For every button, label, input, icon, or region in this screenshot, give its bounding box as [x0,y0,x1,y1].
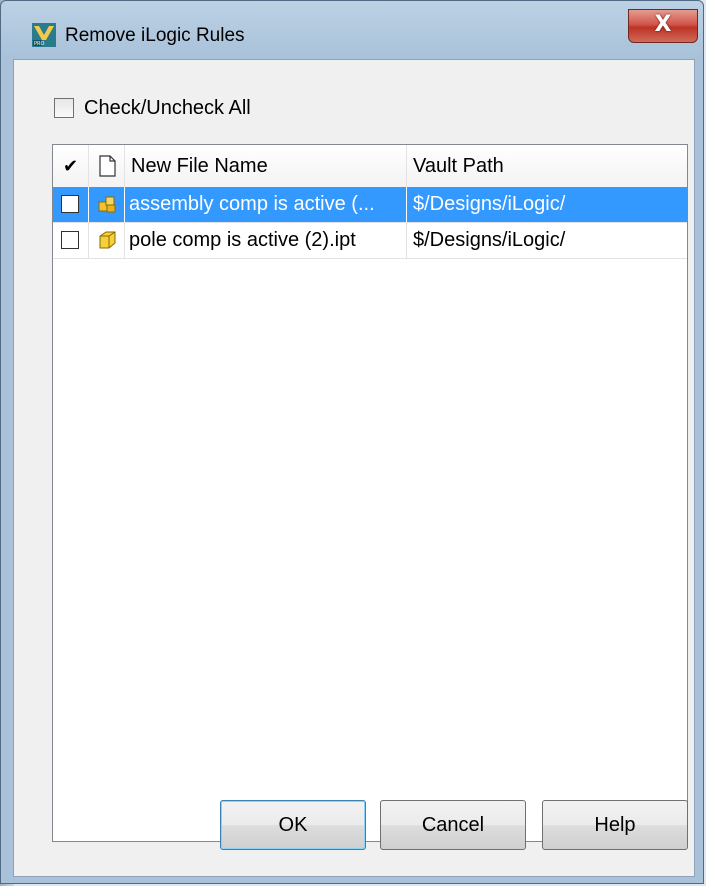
row-checkbox[interactable] [61,195,79,213]
file-list[interactable]: ✔ New File Name Vault Path assembly comp… [52,144,688,842]
close-icon: X [654,12,672,37]
row-icon-cell [89,187,125,222]
inventor-app-icon: PRO [32,23,56,47]
column-header-new-file-name[interactable]: New File Name [125,145,407,187]
check-all-label: Check/Uncheck All [84,96,251,119]
check-all-checkbox[interactable] [54,98,74,118]
dialog-window: PRO Remove iLogic Rules X Check/Uncheck … [0,0,704,884]
help-button[interactable]: Help [542,800,688,850]
check-uncheck-all[interactable]: Check/Uncheck All [54,94,251,122]
part-icon [99,231,116,249]
title-bar[interactable]: PRO Remove iLogic Rules X [1,1,703,59]
assembly-icon [98,196,116,213]
row-vault-path: $/Designs/iLogic/ [413,229,566,251]
svg-text:PRO: PRO [34,41,44,47]
column-header-icon[interactable] [89,145,125,187]
cancel-button[interactable]: Cancel [380,800,526,850]
table-row[interactable]: assembly comp is active (... $/Designs/i… [53,187,687,223]
list-header: ✔ New File Name Vault Path [53,145,687,188]
row-icon-cell [89,223,125,258]
close-button[interactable]: X [628,9,698,43]
row-vault-path: $/Designs/iLogic/ [413,193,566,215]
dialog-client-area: Check/Uncheck All ✔ New File Name Vault … [13,59,695,877]
column-header-vault-path[interactable]: Vault Path [407,145,687,187]
row-check-cell [53,187,89,222]
row-file-name: pole comp is active (2).ipt [125,223,407,258]
row-file-name: assembly comp is active (... [125,187,407,222]
dialog-title: Remove iLogic Rules [65,25,245,46]
column-header-check[interactable]: ✔ [53,145,89,187]
table-row[interactable]: pole comp is active (2).ipt $/Designs/iL… [53,223,687,259]
ok-button[interactable]: OK [220,800,366,850]
row-check-cell [53,223,89,258]
row-checkbox[interactable] [61,231,79,249]
